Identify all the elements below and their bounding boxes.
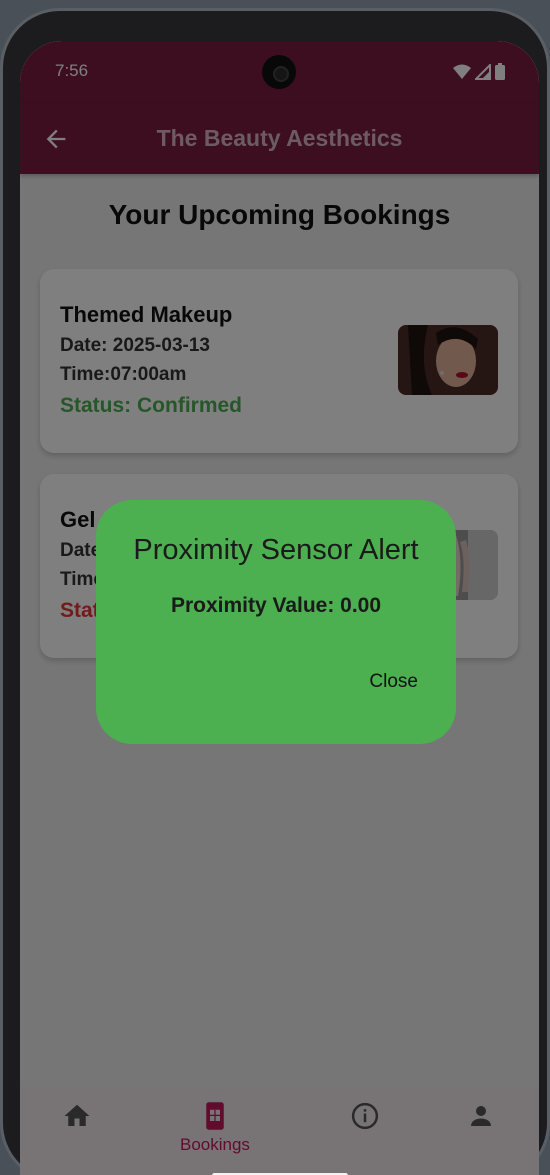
dialog-title: Proximity Sensor Alert [133,534,419,566]
close-button[interactable]: Close [369,671,418,693]
dialog-body: Proximity Value: 0.00 [170,594,382,617]
proximity-alert-dialog: Proximity Sensor Alert Proximity Value: … [96,500,456,744]
